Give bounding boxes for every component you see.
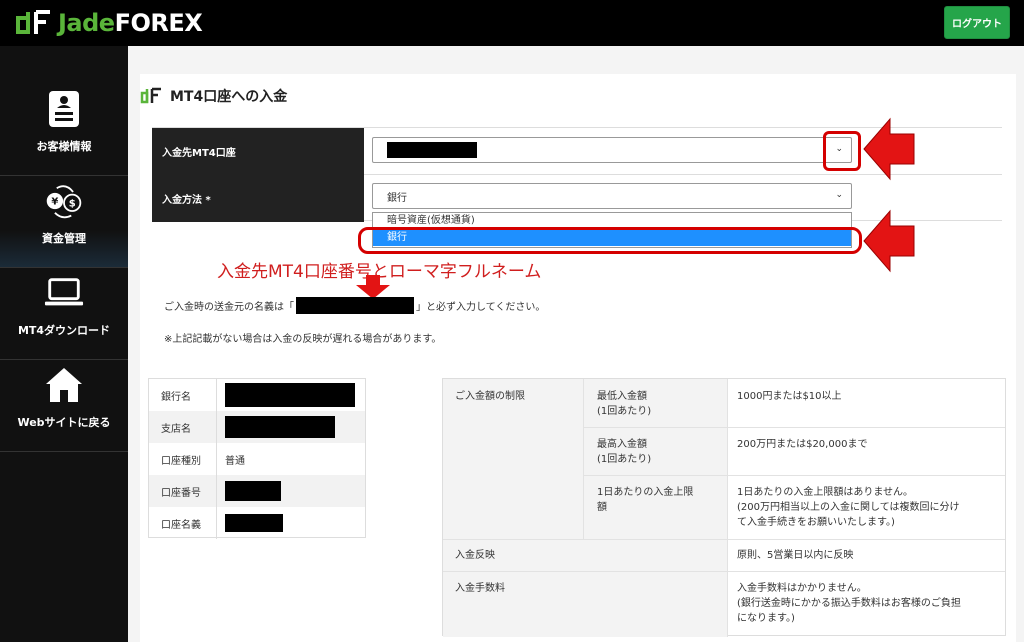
method-label: 入金方法 * [152,175,364,222]
document-icon [44,88,84,130]
limits-section-label: ご入金額の制限 [455,391,525,402]
page-title: MT4口座への入金 [140,86,287,106]
table-row: 支店名 [149,411,365,443]
fee-value-line1: 入金手数料はかかりません。 [737,583,867,594]
redacted-sender-name [296,297,414,314]
min-label-line1: 最低入金額 [597,391,647,402]
redacted-value [225,416,335,438]
redacted-account [387,142,477,158]
svg-text:$: $ [69,198,76,209]
account-select[interactable]: ⌄ [372,137,852,163]
bank-name-key: 銀行名 [149,379,217,411]
daily-value-line2: (200万円相当以上の入金に関しては複数回に分け [737,502,960,513]
daily-value-line1: 1日あたりの入金上限額はありません。 [737,487,914,498]
table-row: 銀行名 [149,379,365,411]
deposit-limits-table: ご入金額の制限 最低入金額 (1回あたり) 1000円または$10以上 最高入金… [442,378,1006,637]
sidebar-item-label: Webサイトに戻る [17,416,111,429]
reflect-label: 入金反映 [455,550,495,561]
divider [583,475,1005,476]
fee-value: 入金手数料はかかりません。 (銀行送金時にかかる振込手数料はお客様のご負担 にな… [737,581,961,626]
divider [443,539,1005,540]
divider [583,379,584,539]
sender-name-note: ご入金時の送金元の名義は「 」と必ず入力してください。 [164,297,545,314]
divider [583,427,1005,428]
method-select-value: 銀行 [387,192,407,204]
sidebar: お客様情報 ¥ $ 資金管理 MT4ダウンロード Webサイトに戻る [0,46,128,642]
fee-value-line3: になります。) [737,613,795,624]
sidebar-item-back-to-website[interactable]: Webサイトに戻る [0,360,128,452]
max-label-line2: (1回あたり) [597,454,652,465]
svg-text:¥: ¥ [51,197,58,208]
sidebar-item-label: お客様情報 [36,140,92,153]
daily-label-line2: 額 [597,502,607,513]
max-deposit-value: 200万円または$20,000まで [737,439,868,450]
redacted-value [225,383,355,407]
divider [727,379,728,637]
logo-text-forex: FOREX [114,9,203,37]
note1-before: ご入金時の送金元の名義は「 [164,302,294,313]
delay-note: ※上記記載がない場合は入金の反映が遅れる場合があります。 [164,334,442,345]
account-type-value: 普通 [225,455,245,467]
top-bar: JadeFOREX ログアウト [0,0,1024,46]
min-label-line2: (1回あたり) [597,406,652,417]
small-logo-icon [140,87,161,104]
table-row: 口座番号 [149,475,365,507]
logo-text-jade: Jade [58,9,115,37]
page-title-text: MT4口座への入金 [170,89,288,105]
divider [443,571,1005,572]
sidebar-item-label: MT4ダウンロード [17,324,111,337]
note1-after: 」と必ず入力してください。 [416,302,546,313]
table-row: 口座名義 [149,507,365,539]
method-select[interactable]: 銀行 ⌄ [372,183,852,209]
jadeforex-logo[interactable]: JadeFOREX [14,6,203,40]
annotation-highlight-chevron [823,131,861,171]
daily-label-line1: 1日あたりの入金上限 [597,487,694,498]
daily-value-line3: て入金手続きをお願いいたします。) [737,517,895,528]
daily-limit-value: 1日あたりの入金上限額はありません。 (200万円相当以上の入金に関しては複数回… [737,485,960,530]
sidebar-item-label: 資金管理 [42,232,86,245]
red-arrow-icon [863,209,915,273]
logout-button[interactable]: ログアウト [944,6,1010,39]
logo-mark-icon [16,10,50,34]
max-label-line1: 最高入金額 [597,439,647,450]
account-type-key: 口座種別 [149,443,217,475]
redacted-value [225,481,281,501]
redacted-value [225,514,283,532]
fee-value-line2: (銀行送金時にかかる振込手数料はお客様のご負担 [737,598,961,609]
daily-limit-label: 1日あたりの入金上限 額 [597,485,693,515]
min-deposit-value: 1000円または$10以上 [737,391,842,402]
min-deposit-label: 最低入金額 (1回あたり) [597,389,651,419]
red-arrow-icon [863,117,915,181]
reflect-value: 原則、5営業日以内に反映 [737,550,854,561]
account-number-key: 口座番号 [149,475,217,507]
sidebar-item-fund-management[interactable]: ¥ $ 資金管理 [0,176,128,268]
bank-info-table: 銀行名 支店名 口座種別 普通 口座番号 口座名義 [148,378,366,539]
sidebar-item-customer-info[interactable]: お客様情報 [0,84,128,176]
branch-name-key: 支店名 [149,411,217,443]
laptop-icon [44,272,84,314]
chevron-down-icon: ⌄ [835,190,843,200]
red-down-arrow-icon [356,275,390,299]
account-label: 入金先MT4口座 [152,128,364,175]
fee-label: 入金手数料 [455,583,505,594]
max-deposit-label: 最高入金額 (1回あたり) [597,437,651,467]
annotation-highlight-bank-option [358,227,862,254]
account-holder-key: 口座名義 [149,507,217,539]
home-icon [44,364,84,406]
currency-exchange-icon: ¥ $ [44,180,84,222]
sidebar-item-mt4-download[interactable]: MT4ダウンロード [0,268,128,360]
logo-text: JadeFOREX [58,9,203,37]
table-row: 口座種別 普通 [149,443,365,475]
